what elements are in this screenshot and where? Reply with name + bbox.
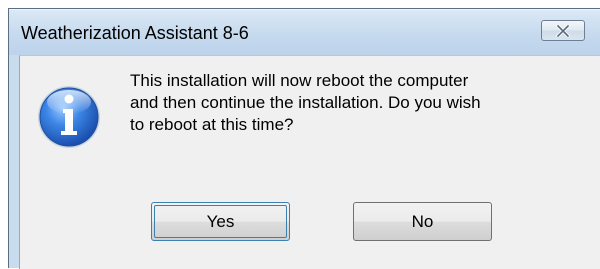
message-text: This installation will now reboot the co… [130,71,481,134]
no-button[interactable]: No [353,202,492,241]
window-title: Weatherization Assistant 8-6 [21,23,249,43]
dialog-body: This installation will now reboot the co… [19,55,600,269]
information-icon [36,84,102,150]
message-dialog: Weatherization Assistant 8-6 This instal… [8,8,600,269]
close-icon [556,24,570,37]
title-bar[interactable]: Weatherization Assistant 8-6 [9,9,600,55]
close-button[interactable] [541,20,585,41]
yes-button[interactable]: Yes [151,202,290,241]
